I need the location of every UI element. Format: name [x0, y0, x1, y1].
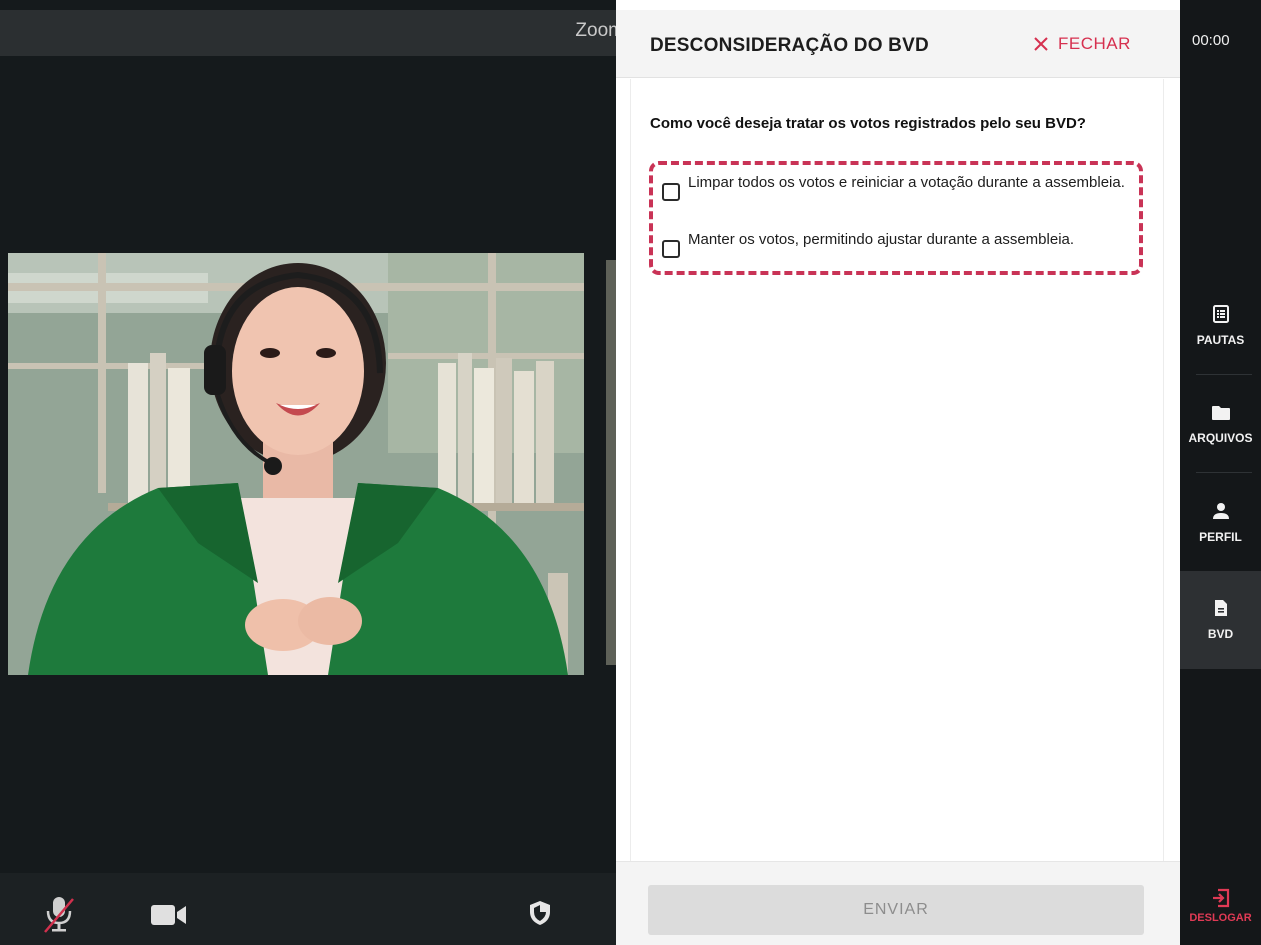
option-clear-votes[interactable]: Limpar todos os votos e reiniciar a vota…	[662, 174, 1148, 201]
document-icon	[1214, 600, 1227, 616]
panel-title: DESCONSIDERAÇÃO DO BVD	[650, 35, 929, 56]
sidebar-item-label: PERFIL	[1199, 530, 1242, 544]
option-keep-votes-label: Manter os votos, permitindo ajustar dura…	[688, 231, 1075, 248]
sidebar-item-label: BVD	[1207, 627, 1234, 641]
sidebar-item-label: PAUTAS	[1196, 333, 1245, 347]
participant-video-image	[8, 253, 584, 675]
security-shield-icon[interactable]	[529, 900, 551, 931]
sidebar-item-perfil[interactable]: PERFIL	[1180, 474, 1261, 572]
adjacent-video-edge	[606, 260, 616, 665]
option-keep-votes-checkbox[interactable]	[662, 240, 680, 258]
close-icon	[1034, 37, 1048, 51]
sidebar-item-bvd[interactable]: BVD	[1180, 571, 1261, 669]
camera-icon[interactable]	[150, 903, 188, 932]
meeting-clock: 00:00	[1192, 32, 1230, 49]
sidebar-item-arquivos[interactable]: ARQUIVOS	[1180, 376, 1261, 474]
question-text: Como você deseja tratar os votos registr…	[650, 115, 1086, 132]
submit-button[interactable]: ENVIAR	[648, 885, 1144, 935]
person-icon	[1212, 503, 1229, 519]
option-keep-votes[interactable]: Manter os votos, permitindo ajustar dura…	[662, 231, 1148, 258]
video-control-bar	[0, 873, 616, 945]
logout-button[interactable]: DESLOGAR	[1180, 888, 1261, 924]
sidebar-divider	[1196, 472, 1252, 473]
participant-video	[8, 253, 584, 675]
logout-label: DESLOGAR	[1189, 912, 1252, 924]
folder-icon	[1211, 406, 1230, 420]
option-clear-votes-checkbox[interactable]	[662, 183, 680, 201]
logout-icon	[1212, 888, 1229, 908]
right-sidebar: 00:00 PAUTAS ARQUIVOS PERFIL BVD DESLOGA…	[1180, 0, 1261, 945]
bvd-panel: DESCONSIDERAÇÃO DO BVD FECHAR Como você …	[616, 0, 1180, 945]
microphone-muted-icon[interactable]	[42, 895, 76, 938]
close-button-label: FECHAR	[1058, 34, 1131, 53]
option-clear-votes-label: Limpar todos os votos e reiniciar a vota…	[688, 174, 1125, 191]
sidebar-divider	[1196, 374, 1252, 375]
list-icon	[1212, 305, 1229, 323]
panel-header: DESCONSIDERAÇÃO DO BVD FECHAR	[616, 10, 1180, 78]
sidebar-item-pautas[interactable]: PAUTAS	[1180, 277, 1261, 375]
close-button[interactable]: FECHAR	[1034, 34, 1131, 54]
zoom-title-bar: Zoom	[0, 10, 616, 56]
zoom-window-title: Zoom	[575, 20, 616, 41]
sidebar-item-label: ARQUIVOS	[1188, 431, 1253, 445]
panel-footer: ENVIAR	[616, 861, 1180, 945]
video-area: Zoom	[0, 0, 616, 945]
